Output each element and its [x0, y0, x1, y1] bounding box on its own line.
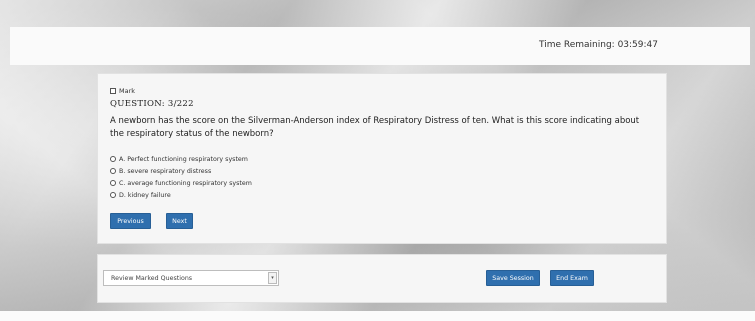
mark-label: Mark — [119, 87, 136, 95]
time-remaining: Time Remaining: 03:59:47 — [539, 40, 658, 50]
previous-button[interactable]: Previous — [110, 213, 151, 229]
option-label: B. severe respiratory distress — [119, 167, 212, 175]
review-marked-select[interactable]: Review Marked Questions ▾ — [103, 270, 279, 286]
answer-options: A. Perfect functioning respiratory syste… — [110, 153, 252, 201]
option-label: C. average functioning respiratory syste… — [119, 179, 252, 187]
option-a[interactable]: A. Perfect functioning respiratory syste… — [110, 153, 252, 165]
question-card: Mark QUESTION: 3/222 A newborn has the s… — [97, 73, 667, 244]
review-select-value: Review Marked Questions — [111, 274, 193, 282]
mark-checkbox[interactable] — [110, 88, 116, 94]
end-exam-button[interactable]: End Exam — [550, 270, 594, 286]
radio-button[interactable] — [110, 156, 116, 162]
mark-checkbox-row[interactable]: Mark — [110, 87, 135, 95]
next-button[interactable]: Next — [166, 213, 193, 229]
option-b[interactable]: B. severe respiratory distress — [110, 165, 252, 177]
save-session-button[interactable]: Save Session — [486, 270, 540, 286]
radio-button[interactable] — [110, 180, 116, 186]
header-bar: Time Remaining: 03:59:47 — [10, 27, 750, 65]
question-text: A newborn has the score on the Silverman… — [110, 116, 640, 139]
bottom-strip — [0, 311, 755, 321]
radio-button[interactable] — [110, 192, 116, 198]
chevron-down-icon[interactable]: ▾ — [268, 272, 277, 284]
option-d[interactable]: D. kidney failure — [110, 189, 252, 201]
radio-button[interactable] — [110, 168, 116, 174]
question-number: QUESTION: 3/222 — [110, 99, 194, 109]
footer-card: Review Marked Questions ▾ Save Session E… — [97, 254, 667, 303]
option-c[interactable]: C. average functioning respiratory syste… — [110, 177, 252, 189]
option-label: D. kidney failure — [119, 191, 171, 199]
option-label: A. Perfect functioning respiratory syste… — [119, 155, 248, 163]
